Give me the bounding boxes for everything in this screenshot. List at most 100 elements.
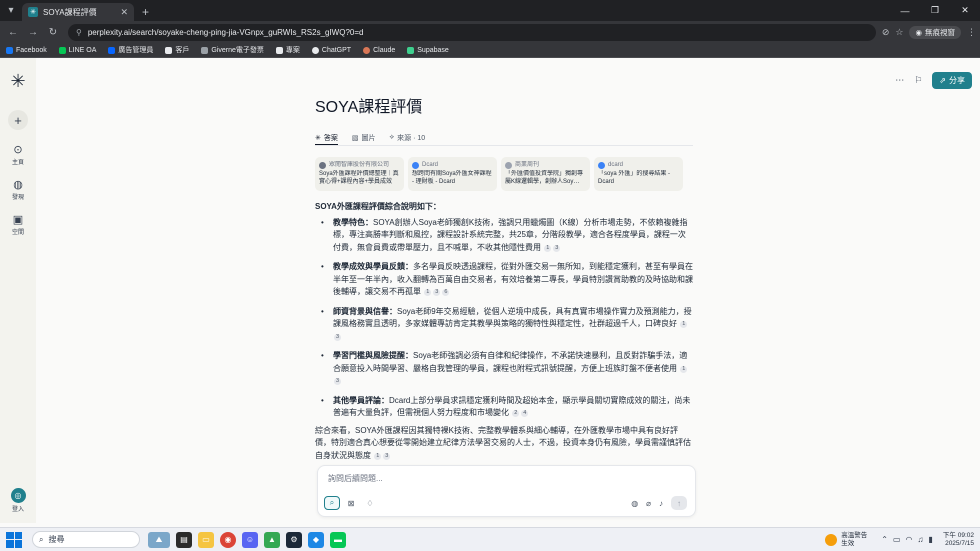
widgets-icon[interactable]: ⛰ — [148, 531, 170, 548]
page-title: SOYA課程評價 — [315, 99, 423, 116]
bookmark-facebook[interactable]: Facebook — [6, 46, 47, 54]
drive-icon[interactable]: ▲ — [264, 531, 280, 548]
search-mode-icon[interactable]: ⌕ — [324, 496, 340, 510]
mode-switch: ⌕ ⊠ ♢ — [324, 496, 378, 510]
sidebar-item-spaces[interactable]: 空間 — [12, 227, 24, 236]
follow-up-input[interactable]: 詢問后續問題... ⌕ ⊠ ♢ ◍ ⌀ ♪ ↑ — [317, 465, 696, 517]
citation-badge[interactable]: 1 — [544, 244, 552, 252]
chrome-icon[interactable]: ◉ — [220, 531, 236, 548]
volume-icon[interactable]: ♫ — [918, 535, 924, 544]
source-card[interactable]: 商業周刊 「外匯價值投資學院」獨創專屬K線邏輯學，創辦人Soy… — [501, 157, 590, 191]
more-options-icon[interactable]: ⋯ — [895, 75, 904, 86]
chatgpt-icon — [311, 46, 319, 54]
incognito-profile-button[interactable]: ◉ 無痕視窗 — [909, 25, 961, 39]
citation-badge[interactable]: 3 — [334, 378, 342, 385]
source-card[interactable]: dcard 「soya 外匯」的搜尋結果 - Dcard — [594, 157, 683, 191]
discord-icon[interactable]: ☺ — [242, 531, 258, 548]
search-icon[interactable]: ⊙ — [11, 142, 25, 156]
citation-badge[interactable]: 1 — [424, 289, 432, 296]
windows-start-icon[interactable] — [6, 531, 22, 548]
bookmark-claude[interactable]: Claude — [363, 46, 395, 54]
bookmark-ads-manager[interactable]: 廣告管理員 — [108, 45, 153, 55]
reload-icon[interactable]: ↻ — [44, 23, 62, 41]
list-item: 教學成效與學員反饋：多名學員反映透過課程，從對外匯交易一無所知，到能穩定獲利，甚… — [321, 261, 693, 299]
bookmark-folder-clients[interactable]: 客戶 — [165, 45, 189, 55]
back-icon[interactable]: ← — [4, 23, 22, 41]
source-card[interactable]: 眾閱智庫股份有限公司 Soya外匯課程評價總整理｜真實心得+課程內容+學員成效 — [315, 157, 404, 191]
monitor-icon[interactable]: ▭ — [893, 535, 901, 544]
source-title: 想跨問有關Soya外匯女神課程 - 理財板 - Dcard — [412, 171, 492, 185]
line-icon[interactable]: ▬ — [330, 531, 346, 548]
browser-tab-strip: ▾ ✳ SOYA課程評價 ✕ + — ❐ ✕ — [0, 0, 980, 21]
app-icon[interactable]: ◆ — [308, 531, 324, 548]
source-card[interactable]: Dcard 想跨問有關Soya外匯女神課程 - 理財板 - Dcard — [408, 157, 497, 191]
bookmark-icon[interactable]: ⚐ — [914, 75, 922, 86]
perplexity-logo-icon[interactable]: ✳ — [10, 72, 25, 90]
new-tab-button[interactable]: + — [134, 3, 157, 21]
bookmark-chatgpt[interactable]: ChatGPT — [311, 46, 351, 54]
weather-widget[interactable]: 高溫警告 生效 — [825, 532, 867, 548]
login-button[interactable]: ◎ 登入 — [10, 488, 26, 513]
thread-actions: ⋯ ⚐ ⇗ 分享 — [895, 72, 972, 89]
citation-badge[interactable]: 3 — [334, 333, 342, 341]
citation-badge[interactable]: 3 — [433, 289, 441, 296]
tab-sources[interactable]: ⟡ 來源 · 10 — [390, 131, 426, 145]
labs-mode-icon[interactable]: ♢ — [362, 496, 378, 510]
window-controls: — ❐ ✕ — [890, 0, 980, 21]
close-tab-icon[interactable]: ✕ — [120, 7, 128, 18]
share-button[interactable]: ⇗ 分享 — [932, 72, 972, 89]
bookmarks-bar: Facebook LINE OA 廣告管理員 客戶 Giverne電子發票 專案… — [0, 43, 980, 58]
restore-icon[interactable]: ❐ — [920, 0, 950, 21]
attach-icon[interactable]: ⌀ — [646, 499, 651, 508]
citation-badge[interactable]: 3 — [383, 452, 391, 460]
battery-icon[interactable]: ▮ — [929, 535, 933, 544]
site-favicon-icon — [319, 161, 326, 169]
list-item: 學習門檻與風險提醒：Soya老師強調必須有自律和紀律操作，不承諾快速暴利，且反對… — [321, 350, 693, 388]
citation-badge[interactable]: 1 — [680, 321, 688, 328]
tab-images[interactable]: ▧ 圖片 — [352, 131, 376, 145]
web-sources-icon[interactable]: ◍ — [631, 499, 638, 508]
task-view-icon[interactable]: ▤ — [176, 531, 192, 548]
citation-badge[interactable]: 1 — [680, 365, 688, 373]
browser-tab[interactable]: ✳ SOYA課程評價 ✕ — [22, 3, 134, 21]
taskbar-search[interactable]: ⌕ 搜尋 — [32, 531, 140, 548]
site-info-icon[interactable]: ⚲ — [76, 28, 82, 37]
tab-answer[interactable]: ✳ 答案 — [315, 131, 338, 145]
new-thread-button[interactable]: + — [8, 110, 28, 130]
citation-badge[interactable]: 6 — [442, 289, 450, 296]
research-mode-icon[interactable]: ⊠ — [343, 496, 359, 510]
citation-badge[interactable]: 1 — [374, 452, 382, 460]
minimize-icon[interactable]: — — [890, 0, 920, 21]
file-explorer-icon[interactable]: ▭ — [198, 531, 214, 548]
bookmark-folder-projects[interactable]: 專案 — [275, 45, 300, 55]
wifi-icon[interactable]: ◠ — [906, 535, 913, 544]
sidebar-item-home[interactable]: 主頁 — [12, 157, 24, 166]
globe-icon[interactable]: ◍ — [11, 177, 25, 191]
bookmark-supabase[interactable]: Supabase — [407, 46, 449, 54]
supabase-icon — [407, 46, 415, 54]
chevron-up-icon[interactable]: ⌃ — [881, 535, 888, 544]
meta-icon — [108, 46, 116, 54]
bookmark-star-icon[interactable]: ☆ — [895, 27, 903, 38]
address-bar[interactable]: ⚲ perplexity.ai/search/soyake-cheng-ping… — [68, 23, 876, 41]
close-window-icon[interactable]: ✕ — [950, 0, 980, 21]
submit-button[interactable]: ↑ — [671, 496, 687, 510]
spaces-icon[interactable]: ▣ — [11, 212, 25, 226]
forward-icon[interactable]: → — [24, 23, 42, 41]
steam-icon[interactable]: ⚙ — [286, 531, 302, 548]
citation-badge[interactable]: 4 — [521, 410, 529, 417]
menu-icon[interactable]: ⋮ — [967, 27, 976, 38]
weather-title: 高溫警告 — [841, 531, 868, 539]
citation-badge[interactable]: 3 — [553, 244, 561, 252]
share-label: 分享 — [949, 76, 965, 85]
taskbar-clock[interactable]: 下午 09:02 2025/7/15 — [943, 532, 974, 548]
bookmark-line-oa[interactable]: LINE OA — [58, 46, 96, 54]
citation-badge[interactable]: 2 — [512, 410, 520, 417]
microphone-icon[interactable]: ♪ — [659, 499, 663, 508]
bookmark-giverne[interactable]: Giverne電子發票 — [201, 45, 264, 55]
sidebar-item-discover[interactable]: 發現 — [12, 192, 24, 201]
incognito-eye-icon[interactable]: ⊘ — [882, 27, 890, 38]
result-tabs: ✳ 答案 ▧ 圖片 ⟡ 來源 · 10 — [315, 131, 693, 146]
tab-search-icon[interactable]: ▾ — [0, 0, 22, 21]
url-text: perplexity.ai/search/soyake-cheng-ping-j… — [87, 27, 364, 37]
